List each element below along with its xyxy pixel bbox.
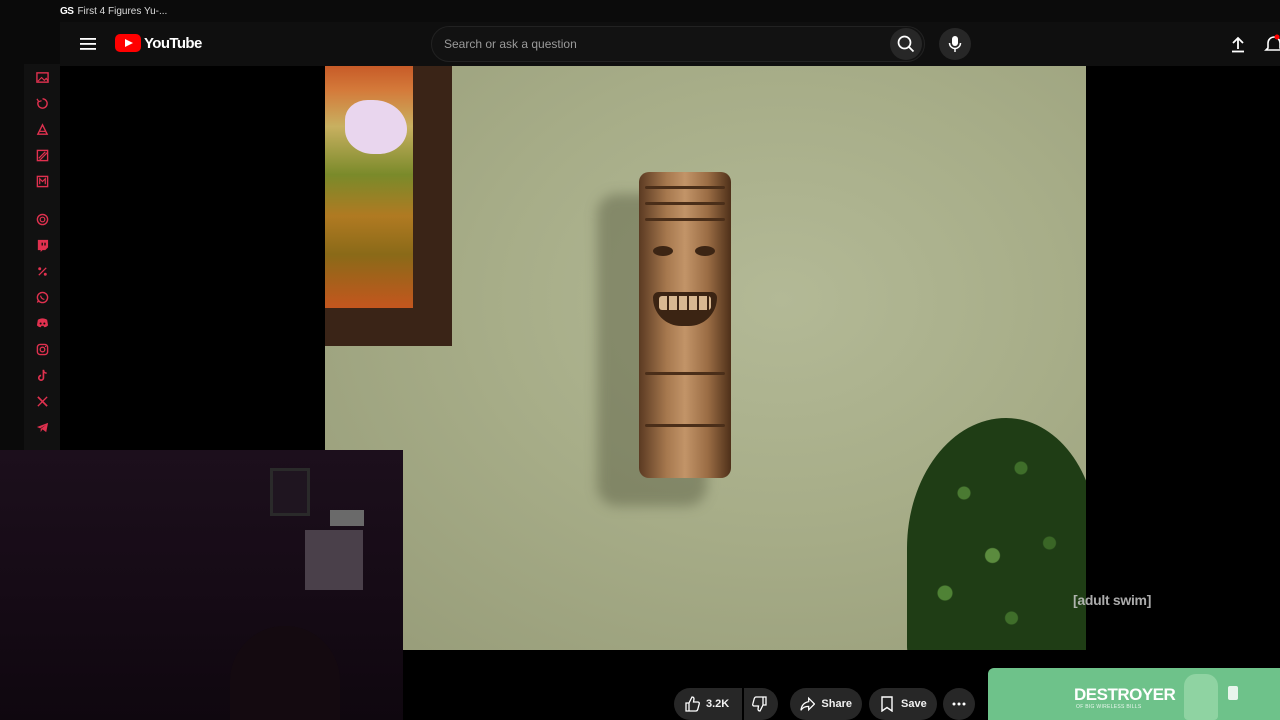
browser-tab-strip: GS First 4 Figures Yu-... xyxy=(0,0,1280,22)
ad-title: DESTROYER xyxy=(1074,685,1176,704)
notifications-button[interactable] xyxy=(1264,32,1280,56)
more-icon xyxy=(952,702,966,706)
search-input[interactable] xyxy=(432,27,890,61)
like-button[interactable]: 3.2K xyxy=(674,688,742,720)
youtube-header: YouTube xyxy=(60,22,1280,66)
voice-search-button[interactable] xyxy=(939,28,971,60)
tiktok-icon[interactable] xyxy=(34,367,51,384)
chatgpt-icon[interactable] xyxy=(34,211,51,228)
tiki-figure xyxy=(639,172,731,478)
tiki-eye xyxy=(695,246,715,256)
share-icon xyxy=(800,696,816,712)
phone-icon xyxy=(1228,686,1238,700)
upload-button[interactable] xyxy=(1226,32,1250,56)
percent-icon[interactable] xyxy=(34,263,51,280)
bell-icon xyxy=(1264,34,1280,51)
instagram-icon[interactable] xyxy=(34,341,51,358)
painting-detail xyxy=(345,100,407,154)
share-button[interactable]: Share xyxy=(790,688,862,720)
ad-banner[interactable]: DESTROYER OF BIG WIRELESS BILLS xyxy=(988,668,1280,720)
video-player[interactable] xyxy=(325,66,1086,650)
upload-icon xyxy=(1232,36,1244,53)
webcam-person xyxy=(230,626,340,720)
discord-icon[interactable] xyxy=(34,315,51,332)
screen: GS First 4 Figures Yu-... YouTube Search… xyxy=(0,0,1280,720)
painting-canvas xyxy=(325,66,413,308)
memo-icon[interactable] xyxy=(34,173,51,190)
webcam-background-frame xyxy=(270,468,310,516)
whatsapp-icon[interactable] xyxy=(34,289,51,306)
ad-subtitle: OF BIG WIRELESS BILLS xyxy=(1076,704,1142,710)
dislike-button[interactable] xyxy=(744,688,778,720)
microphone-icon xyxy=(948,36,962,52)
telegram-icon[interactable] xyxy=(34,419,51,436)
tiki-carving xyxy=(645,424,725,427)
search-button[interactable] xyxy=(890,28,922,60)
youtube-logo[interactable]: YouTube xyxy=(115,34,202,52)
playground-icon[interactable] xyxy=(34,147,51,164)
search-icon xyxy=(897,35,915,53)
webcam-background-window xyxy=(305,530,363,590)
tiki-teeth xyxy=(659,296,711,310)
save-button[interactable]: Save xyxy=(869,688,937,720)
tab-favicon: GS xyxy=(60,5,74,17)
more-actions-button[interactable] xyxy=(943,688,975,720)
search-bar xyxy=(431,26,925,62)
x-icon[interactable] xyxy=(34,393,51,410)
tiki-carving xyxy=(645,372,725,375)
tiki-carving xyxy=(645,202,725,205)
tab-title: First 4 Figures Yu-... xyxy=(77,5,168,17)
bookmark-icon xyxy=(881,696,893,712)
thumbs-down-icon xyxy=(752,696,767,712)
channel-watermark: [adult swim] xyxy=(1073,592,1152,608)
menu-icon[interactable] xyxy=(78,34,98,54)
webcam-light-patch xyxy=(330,510,364,526)
painting-frame xyxy=(325,66,452,346)
like-count: 3.2K xyxy=(706,698,730,710)
ad-mascot xyxy=(1184,674,1218,720)
twitch-icon[interactable] xyxy=(34,237,51,254)
tiki-carving xyxy=(645,186,725,189)
image-icon[interactable] xyxy=(34,69,51,86)
tiki-carving xyxy=(645,218,725,221)
thumbs-up-icon xyxy=(685,696,700,712)
tiki-eye xyxy=(653,246,673,256)
plant xyxy=(907,418,1086,650)
save-label: Save xyxy=(901,698,927,710)
logo-text: YouTube xyxy=(144,34,202,52)
webcam-overlay xyxy=(0,450,403,720)
history-icon[interactable] xyxy=(34,95,51,112)
sidebar-dock xyxy=(0,0,60,450)
browser-tab[interactable]: GS First 4 Figures Yu-... xyxy=(60,0,167,22)
ai-icon[interactable] xyxy=(34,121,51,138)
share-label: Share xyxy=(821,698,852,710)
youtube-play-icon xyxy=(115,34,141,52)
